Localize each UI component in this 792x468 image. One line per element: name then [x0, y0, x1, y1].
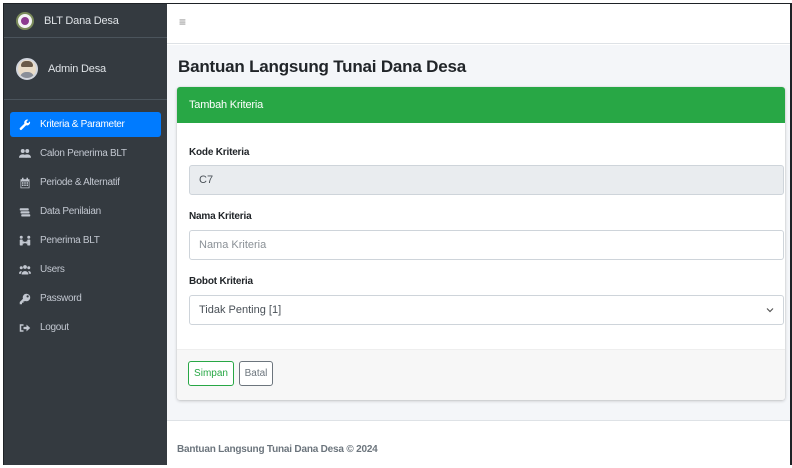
- people-arrows-icon: [18, 235, 32, 247]
- bobot-kriteria-select[interactable]: Tidak Penting [1]: [189, 295, 784, 325]
- sidebar-nav: Kriteria & Parameter Calon Penerima BLT …: [4, 100, 167, 340]
- bobot-kriteria-selected: Tidak Penting [1]: [199, 304, 282, 316]
- footer-copyright: Bantuan Langsung Tunai Dana Desa © 2024: [177, 444, 378, 455]
- sidebar-item-periode[interactable]: Periode & Alternatif: [10, 170, 161, 195]
- add-criteria-card: Tambah Kriteria Kode Kriteria C7 Nama Kr…: [177, 87, 785, 400]
- card-footer: Simpan Batal: [177, 349, 785, 400]
- avatar: [16, 57, 38, 80]
- sidebar-item-calon-penerima[interactable]: Calon Penerima BLT: [10, 141, 161, 166]
- hamburger-icon[interactable]: ≡: [179, 15, 193, 29]
- brand-title: BLT Dana Desa: [44, 14, 119, 27]
- sidebar-item-label: Penerima BLT: [40, 235, 100, 246]
- sidebar-item-kriteria[interactable]: Kriteria & Parameter: [10, 112, 161, 137]
- sidebar-item-password[interactable]: Password: [10, 286, 161, 311]
- sidebar-item-label: Calon Penerima BLT: [40, 148, 127, 159]
- key-icon: [18, 293, 32, 305]
- sidebar-item-logout[interactable]: Logout: [10, 315, 161, 340]
- sidebar-item-penerima[interactable]: Penerima BLT: [10, 228, 161, 253]
- nama-kriteria-placeholder: Nama Kriteria: [199, 239, 267, 251]
- calendar-icon: [18, 177, 32, 189]
- sign-out-icon: [18, 322, 32, 334]
- user-panel[interactable]: Admin Desa: [4, 38, 167, 100]
- main-content: Bantuan Langsung Tunai Dana Desa Tambah …: [167, 45, 792, 420]
- sidebar-item-data-penilaian[interactable]: Data Penilaian: [10, 199, 161, 224]
- top-navbar: ≡: [167, 4, 792, 44]
- sidebar-item-users[interactable]: Users: [10, 257, 161, 282]
- sidebar-item-label: Users: [40, 264, 65, 275]
- nama-kriteria-label: Nama Kriteria: [189, 211, 252, 222]
- brand-link[interactable]: BLT Dana Desa: [4, 4, 167, 38]
- nama-kriteria-input[interactable]: Nama Kriteria: [189, 230, 784, 260]
- sidebar-item-label: Password: [40, 293, 82, 304]
- kode-kriteria-label: Kode Kriteria: [189, 147, 250, 158]
- cancel-button[interactable]: Batal: [239, 361, 273, 386]
- bobot-kriteria-label: Bobot Kriteria: [189, 276, 253, 287]
- page-footer: Bantuan Langsung Tunai Dana Desa © 2024: [167, 420, 792, 468]
- sidebar-item-label: Kriteria & Parameter: [40, 119, 125, 130]
- sidebar-item-label: Data Penilaian: [40, 206, 101, 217]
- user-name: Admin Desa: [48, 62, 106, 75]
- wrench-icon: [18, 119, 32, 131]
- sidebar-item-label: Periode & Alternatif: [40, 177, 120, 188]
- card-title: Tambah Kriteria: [177, 87, 785, 123]
- kode-kriteria-field: C7: [189, 165, 784, 195]
- logo-icon: [16, 11, 34, 30]
- kode-kriteria-value: C7: [199, 174, 214, 186]
- sidebar: BLT Dana Desa Admin Desa Kriteria & Para…: [3, 4, 167, 465]
- chevron-down-icon: [766, 308, 774, 313]
- save-button[interactable]: Simpan: [188, 361, 234, 386]
- user-group-icon: [18, 264, 32, 276]
- sidebar-item-label: Logout: [40, 322, 69, 333]
- money-icon: [18, 206, 32, 218]
- page-title: Bantuan Langsung Tunai Dana Desa: [178, 57, 466, 76]
- users-icon: [18, 148, 32, 160]
